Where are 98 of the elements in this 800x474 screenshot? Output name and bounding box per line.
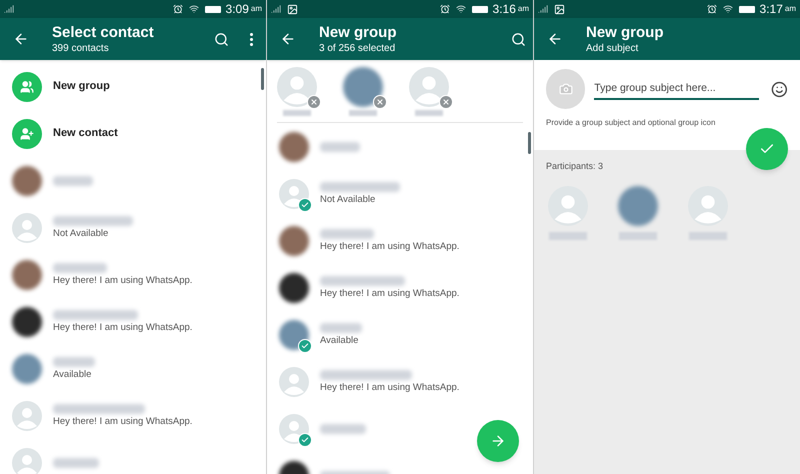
- contact-row[interactable]: Not Available: [267, 170, 533, 217]
- photo-placeholder: [279, 320, 309, 350]
- photo-placeholder: [12, 166, 42, 196]
- contact-row[interactable]: Hey there! I am using WhatsApp.: [0, 298, 266, 345]
- blurred-name: [53, 176, 93, 186]
- blurred-name: [320, 228, 374, 238]
- contact-row[interactable]: Hey there! I am using WhatsApp.: [0, 251, 266, 298]
- participants-label: Participants: 3: [546, 160, 604, 173]
- default-avatar-icon: [688, 186, 728, 226]
- wifi-icon: [456, 4, 466, 14]
- contact-row[interactable]: Available: [0, 345, 266, 392]
- action-label: New group: [53, 79, 110, 94]
- remove-icon[interactable]: [307, 94, 321, 108]
- default-avatar-icon: [12, 212, 42, 242]
- blurred-name: [349, 110, 377, 116]
- alarm-icon: [172, 4, 183, 14]
- alarm-icon: [440, 4, 450, 14]
- default-avatar-icon: [12, 400, 42, 430]
- battery-icon: [204, 6, 221, 12]
- photo-placeholder: [12, 354, 42, 384]
- blurred-name: [689, 232, 727, 240]
- blurred-name: [320, 322, 362, 332]
- hint-text: Provide a group subject and optional group icon: [546, 117, 716, 129]
- signal-icon: [271, 4, 281, 14]
- search-icon: [214, 32, 228, 46]
- contact-add-icon: [12, 118, 42, 148]
- battery-icon: [472, 6, 488, 12]
- action-label: New contact: [53, 126, 118, 142]
- subtitle: 3 of 256 selected: [319, 42, 396, 54]
- contact-status: Hey there! I am using WhatsApp.: [320, 240, 460, 252]
- signal-icon: [4, 4, 14, 14]
- title: New group: [586, 24, 664, 42]
- remove-icon[interactable]: [439, 94, 453, 108]
- contact-status: Available: [320, 334, 360, 346]
- photo-placeholder: [12, 306, 42, 336]
- contact-status: Hey there! I am using WhatsApp.: [320, 380, 460, 394]
- status-ampm: am: [518, 5, 529, 13]
- remove-icon[interactable]: [373, 94, 387, 108]
- contact-row[interactable]: Hey there! I am using WhatsApp.: [267, 358, 533, 405]
- photo-placeholder: [279, 226, 309, 256]
- default-avatar-icon: [277, 66, 317, 106]
- status-time: 3:16: [492, 3, 516, 15]
- blurred-name: [283, 110, 311, 116]
- camera-icon: [558, 82, 573, 96]
- alarm-icon: [706, 4, 717, 14]
- contact-status: Hey there! I am using WhatsApp.: [53, 414, 192, 428]
- contact-status: Not Available: [320, 192, 376, 206]
- contact-status: Not Available: [53, 226, 110, 240]
- status-ampm: am: [784, 5, 796, 13]
- subject-field[interactable]: Type group subject here...: [594, 78, 760, 100]
- blurred-name: [415, 110, 443, 116]
- action-row[interactable]: New group: [0, 63, 266, 110]
- contact-status: Available: [53, 368, 92, 380]
- contact-row[interactable]: Hey there! I am using WhatsApp.: [0, 392, 266, 439]
- status-time: 3:17: [760, 3, 783, 15]
- photo-placeholder: [618, 186, 658, 226]
- more-icon: [250, 32, 252, 46]
- contact-row[interactable]: Not Available: [0, 204, 266, 251]
- emoji-icon[interactable]: [771, 80, 788, 98]
- blurred-name: [549, 232, 587, 240]
- blurred-name: [619, 232, 657, 240]
- contact-row[interactable]: Hey there! I am using WhatsApp.: [267, 264, 533, 311]
- wifi-icon: [188, 4, 199, 14]
- search-icon: [510, 32, 526, 46]
- battery-icon: [738, 6, 755, 12]
- contact-row[interactable]: Hey there! I am using WhatsApp.: [267, 217, 533, 264]
- blurred-name: [320, 424, 366, 434]
- default-avatar-icon: [548, 186, 588, 226]
- blurred-name: [53, 458, 99, 468]
- blurred-name: [53, 262, 107, 272]
- contact-row[interactable]: Available: [267, 311, 533, 358]
- wifi-icon: [722, 4, 733, 14]
- next-button[interactable]: [477, 420, 519, 462]
- contact-status: Hey there! I am using WhatsApp.: [53, 320, 192, 334]
- arrow-right-icon: [490, 433, 506, 449]
- title: Select contact: [52, 24, 155, 42]
- group-add-icon: [12, 72, 42, 102]
- confirm-button[interactable]: [746, 128, 788, 170]
- subtitle: Add subject: [586, 42, 640, 54]
- scroll-thumb: [528, 132, 531, 154]
- photo-placeholder: [279, 272, 309, 302]
- status-time: 3:09: [226, 3, 249, 15]
- blurred-name: [320, 142, 360, 152]
- photo-placeholder: [343, 66, 383, 106]
- blurred-name: [53, 356, 95, 366]
- photo-placeholder: [279, 132, 309, 162]
- action-row[interactable]: New contact: [0, 110, 266, 157]
- scroll-thumb: [261, 68, 264, 90]
- back-arrow-icon: [280, 31, 296, 47]
- contact-status: Hey there! I am using WhatsApp.: [53, 274, 192, 286]
- status-ampm: am: [250, 5, 262, 13]
- signal-icon: [538, 4, 548, 14]
- photo-placeholder: [12, 260, 42, 290]
- title: New group: [319, 24, 398, 42]
- contact-status: Hey there! I am using WhatsApp.: [320, 286, 460, 300]
- default-avatar-icon: [409, 66, 449, 106]
- subtitle: 399 contacts: [52, 42, 110, 54]
- default-avatar-icon: [279, 366, 309, 396]
